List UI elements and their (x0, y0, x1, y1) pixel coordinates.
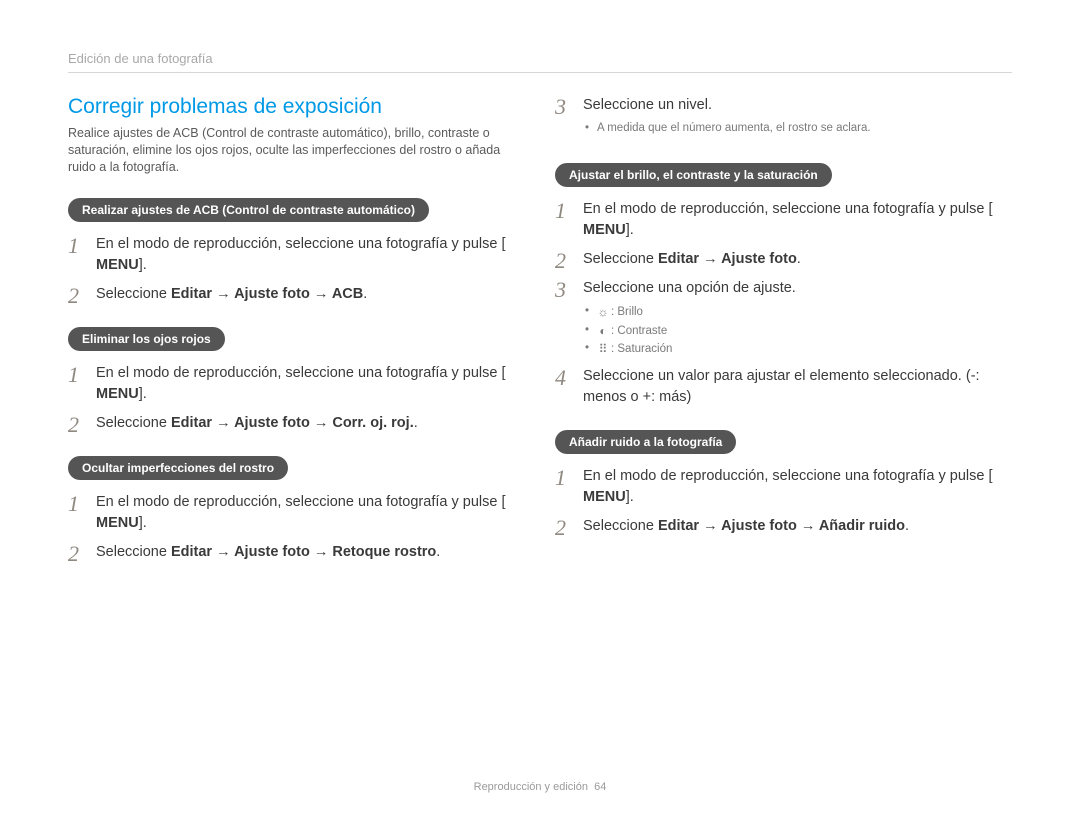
steps-bcs: En el modo de reproducción, seleccione u… (555, 199, 1012, 408)
menu-label: MENU (96, 255, 139, 276)
steps-face: En el modo de reproducción, seleccione u… (68, 492, 525, 563)
step-bold: Editar → Ajuste foto (658, 251, 797, 267)
step-text: . (414, 415, 418, 431)
step-bold: Editar → Ajuste foto → Retoque rostro (171, 544, 436, 560)
bullet-item: ☼: Brillo (583, 303, 1012, 321)
subheading-face: Ocultar imperfecciones del rostro (68, 456, 288, 480)
option-text: : Brillo (611, 306, 643, 318)
step-text: En el modo de reproducción, seleccione u… (583, 468, 992, 484)
subheading-noise: Añadir ruido a la fotografía (555, 430, 736, 454)
step-text: ]. (139, 386, 147, 402)
running-header: Edición de una fotografía (68, 51, 1012, 73)
menu-label: MENU (96, 513, 139, 534)
step-text: Seleccione un nivel. (583, 97, 712, 113)
step-bold: Editar → Ajuste foto → Corr. oj. roj. (171, 415, 414, 431)
bullet-list: ☼: Brillo ◐: Contraste ⠿: Saturación (583, 303, 1012, 358)
option-text: : Saturación (611, 343, 672, 355)
two-column-layout: Corregir problemas de exposición Realice… (68, 95, 1012, 781)
step: En el modo de reproducción, seleccione u… (68, 234, 525, 276)
subheading-acb: Realizar ajustes de ACB (Control de cont… (68, 198, 429, 222)
intro-paragraph: Realice ajustes de ACB (Control de contr… (68, 125, 525, 176)
menu-label: MENU (583, 487, 626, 508)
step-text: En el modo de reproducción, seleccione u… (583, 201, 992, 217)
step-text: Seleccione (583, 518, 658, 534)
step: En el modo de reproducción, seleccione u… (68, 363, 525, 405)
page-footer: Reproducción y edición 64 (68, 781, 1012, 815)
menu-label: MENU (96, 384, 139, 405)
brightness-icon: ☼ (597, 303, 609, 321)
step: En el modo de reproducción, seleccione u… (555, 199, 1012, 241)
step-text: . (436, 544, 440, 560)
step-text: ]. (139, 515, 147, 531)
subheading-bcs: Ajustar el brillo, el contraste y la sat… (555, 163, 832, 187)
step-text: En el modo de reproducción, seleccione u… (96, 494, 505, 510)
step: Seleccione Editar → Ajuste foto → Retoqu… (68, 542, 525, 563)
step-text: Seleccione (96, 415, 171, 431)
step: Seleccione una opción de ajuste. ☼: Bril… (555, 278, 1012, 358)
step-text: Seleccione (96, 286, 171, 302)
step: Seleccione Editar → Ajuste foto → ACB. (68, 284, 525, 305)
step-bold: Editar → Ajuste foto → ACB (171, 286, 363, 302)
steps-noise: En el modo de reproducción, seleccione u… (555, 466, 1012, 537)
step-text: En el modo de reproducción, seleccione u… (96, 365, 505, 381)
step-text: Seleccione una opción de ajuste. (583, 280, 796, 296)
manual-page: Edición de una fotografía Corregir probl… (0, 0, 1080, 815)
page-number: 64 (594, 781, 606, 793)
step: Seleccione un valor para ajustar el elem… (555, 366, 1012, 408)
step-text: Seleccione (96, 544, 171, 560)
step-text: ]. (626, 489, 634, 505)
contrast-icon: ◐ (597, 322, 609, 340)
step-text: En el modo de reproducción, seleccione u… (96, 236, 505, 252)
step-text: . (905, 518, 909, 534)
step-text: Seleccione un valor para ajustar el elem… (583, 368, 980, 405)
bullet-item: ⠿: Saturación (583, 340, 1012, 358)
step-text: . (797, 251, 801, 267)
section-title: Corregir problemas de exposición (68, 95, 525, 119)
column-right: Seleccione un nivel. A medida que el núm… (555, 95, 1012, 781)
step-text: Seleccione (583, 251, 658, 267)
bullet-item: A medida que el número aumenta, el rostr… (583, 120, 1012, 137)
column-left: Corregir problemas de exposición Realice… (68, 95, 525, 781)
bullet-item: ◐: Contraste (583, 322, 1012, 340)
step-text: ]. (626, 222, 634, 238)
subheading-redeye: Eliminar los ojos rojos (68, 327, 225, 351)
step-text: ]. (139, 257, 147, 273)
saturation-icon: ⠿ (597, 340, 609, 358)
option-text: : Contraste (611, 325, 667, 337)
menu-label: MENU (583, 220, 626, 241)
step: Seleccione Editar → Ajuste foto → Añadir… (555, 516, 1012, 537)
step-text: . (363, 286, 367, 302)
footer-section: Reproducción y edición (474, 781, 588, 793)
step: En el modo de reproducción, seleccione u… (68, 492, 525, 534)
step-bold: Editar → Ajuste foto → Añadir ruido (658, 518, 905, 534)
bullet-list: A medida que el número aumenta, el rostr… (583, 120, 1012, 137)
steps-level: Seleccione un nivel. A medida que el núm… (555, 95, 1012, 137)
steps-redeye: En el modo de reproducción, seleccione u… (68, 363, 525, 434)
step: Seleccione Editar → Ajuste foto. (555, 249, 1012, 270)
steps-acb: En el modo de reproducción, seleccione u… (68, 234, 525, 305)
step: Seleccione un nivel. A medida que el núm… (555, 95, 1012, 137)
step: Seleccione Editar → Ajuste foto → Corr. … (68, 413, 525, 434)
step: En el modo de reproducción, seleccione u… (555, 466, 1012, 508)
